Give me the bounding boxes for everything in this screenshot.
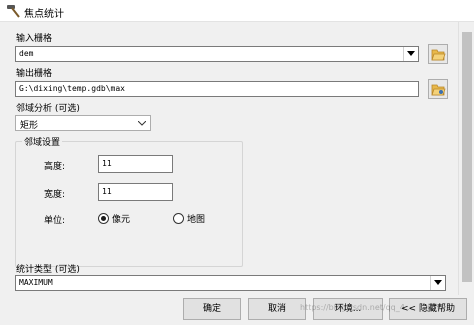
- input-raster-combo[interactable]: dem: [15, 46, 419, 62]
- open-folder-icon: [431, 84, 446, 96]
- radio-checked-indicator: [98, 213, 109, 224]
- statistics-type-value: MAXIMUM: [19, 278, 53, 287]
- neighborhood-settings-legend: 邻域设置: [22, 135, 63, 148]
- unit-map-label: 地图: [187, 215, 206, 225]
- width-input[interactable]: 11: [98, 183, 173, 201]
- radio-unchecked-indicator: [173, 213, 184, 224]
- window-title: 焦点统计: [24, 9, 64, 20]
- height-label: 高度:: [44, 162, 66, 172]
- statistics-type-combo[interactable]: MAXIMUM: [15, 275, 446, 291]
- dialog-content: 输入栅格 dem 输出栅格 G:\dixing\temp.gdb\max 邻域分…: [0, 22, 458, 325]
- neighborhood-label: 邻域分析 (可选): [16, 104, 80, 114]
- chevron-down-icon: [434, 280, 442, 285]
- unit-cell-label: 像元: [112, 215, 131, 225]
- input-raster-dropdown-button[interactable]: [403, 47, 418, 61]
- watermark-text: https://blog.csdn.net/qq_4...: [300, 303, 413, 312]
- cancel-button[interactable]: 取消: [248, 298, 306, 320]
- output-raster-label: 输出栅格: [16, 69, 53, 79]
- height-value: 11: [102, 159, 112, 168]
- unit-cell-radio[interactable]: 像元: [98, 212, 130, 225]
- unit-map-radio[interactable]: 地图: [173, 212, 205, 225]
- input-raster-value: dem: [19, 49, 34, 58]
- neighborhood-select[interactable]: 矩形: [15, 115, 151, 131]
- chevron-down-icon: [138, 121, 146, 126]
- chevron-down-icon: [407, 51, 415, 56]
- output-raster-value: G:\dixing\temp.gdb\max: [19, 84, 125, 93]
- neighborhood-selected-value: 矩形: [20, 121, 39, 131]
- output-raster-browse-button[interactable]: [428, 79, 448, 99]
- vertical-scrollbar[interactable]: [458, 22, 474, 302]
- statistics-type-label: 统计类型 (可选): [16, 265, 80, 275]
- width-label: 宽度:: [44, 190, 66, 200]
- title-bar: 焦点统计: [0, 0, 474, 22]
- statistics-type-dropdown-button[interactable]: [430, 276, 445, 290]
- ok-button[interactable]: 确定: [183, 298, 241, 320]
- height-input[interactable]: 11: [98, 155, 173, 173]
- open-folder-icon: [431, 49, 446, 61]
- scrollbar-thumb[interactable]: [462, 32, 472, 282]
- output-raster-field[interactable]: G:\dixing\temp.gdb\max: [15, 81, 419, 97]
- width-value: 11: [102, 187, 112, 196]
- hammer-icon: [7, 5, 20, 18]
- input-raster-label: 输入栅格: [16, 34, 53, 44]
- units-label: 单位:: [44, 216, 66, 226]
- input-raster-browse-button[interactable]: [428, 44, 448, 64]
